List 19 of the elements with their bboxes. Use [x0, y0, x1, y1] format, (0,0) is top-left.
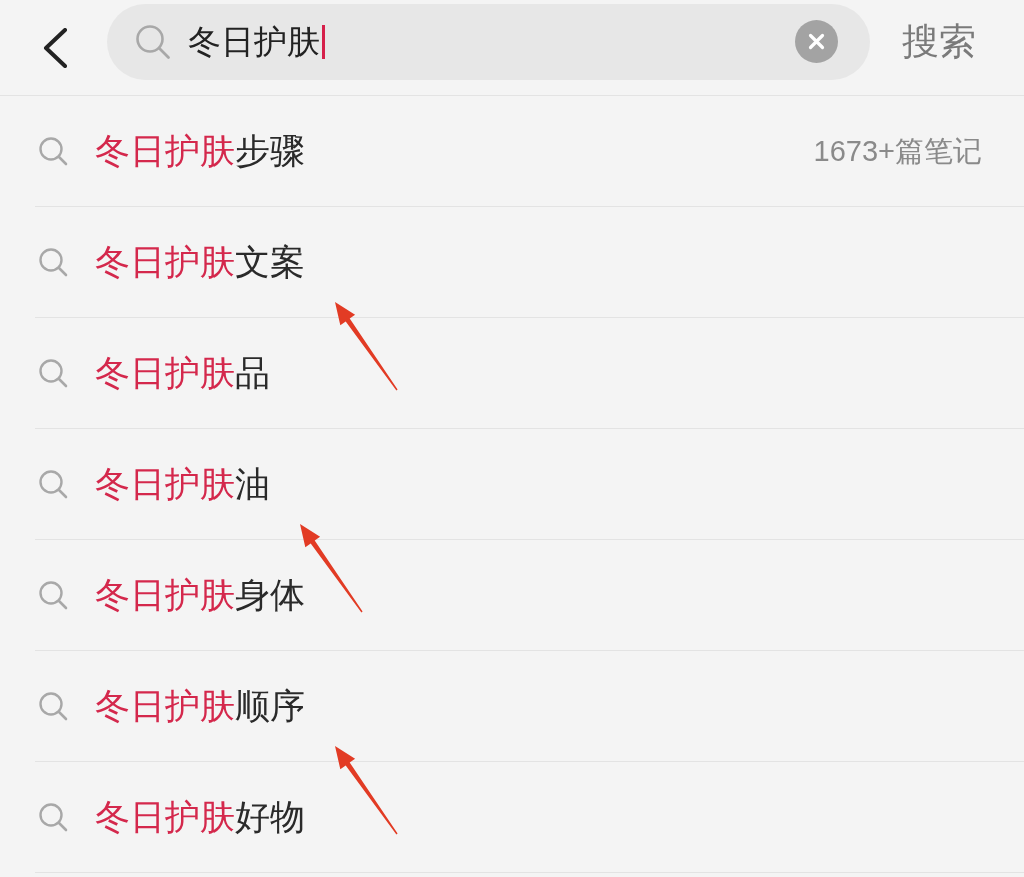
- note-count: 1673+篇笔记: [813, 134, 982, 169]
- suggestion-text[interactable]: 冬日护肤品: [95, 353, 270, 393]
- search-icon: [38, 136, 68, 166]
- search-icon: [38, 580, 68, 610]
- search-button[interactable]: 搜索: [902, 19, 976, 64]
- search-icon: [38, 469, 68, 499]
- suggestion-text[interactable]: 冬日护肤顺序: [95, 686, 305, 726]
- search-icon: [38, 691, 68, 721]
- search-icon: [135, 23, 171, 60]
- back-icon[interactable]: [42, 27, 68, 68]
- search-icon: [38, 358, 68, 388]
- suggestion-text[interactable]: 冬日护肤油: [95, 464, 270, 504]
- suggestion-text[interactable]: 冬日护肤好物: [95, 797, 305, 837]
- suggestion-text[interactable]: 冬日护肤文案: [95, 242, 305, 282]
- search-field[interactable]: 冬日护肤: [107, 3, 870, 80]
- suggestion-text[interactable]: 冬日护肤步骤: [95, 131, 305, 171]
- suggestion-text[interactable]: 冬日护肤身体: [95, 575, 305, 615]
- search-icon: [38, 247, 68, 277]
- search-icon: [38, 802, 68, 832]
